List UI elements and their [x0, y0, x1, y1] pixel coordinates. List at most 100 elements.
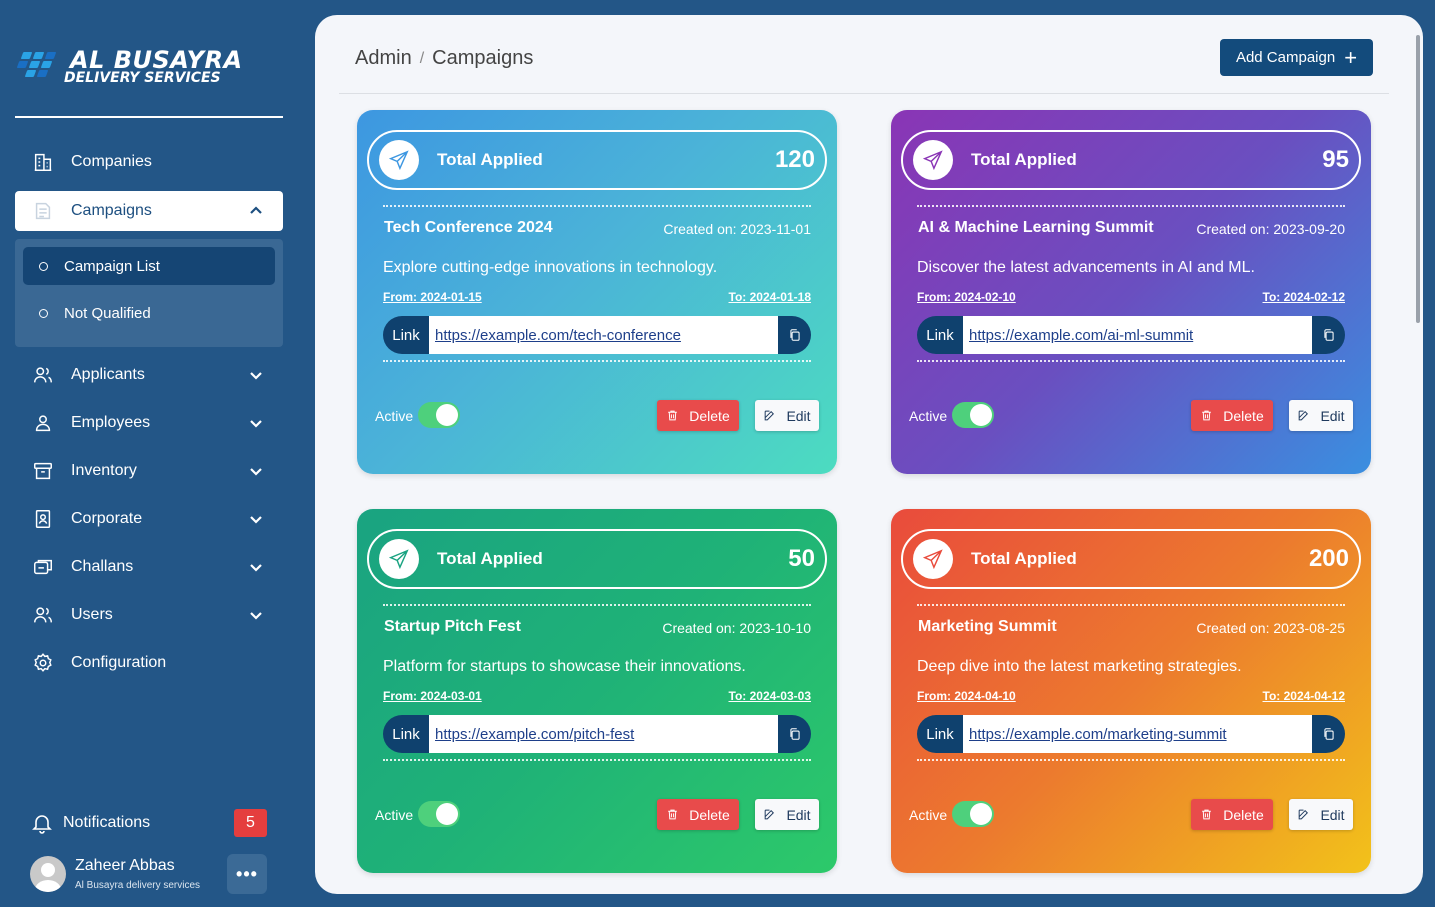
campaign-link-url[interactable]: https://example.com/tech-conference: [429, 316, 778, 354]
campaign-link-url[interactable]: https://example.com/marketing-summit: [963, 715, 1312, 753]
scrollbar[interactable]: [1416, 35, 1420, 323]
notifications-label: Notifications: [63, 814, 151, 831]
campaign-link-field: Link https://example.com/marketing-summi…: [917, 715, 1345, 753]
active-toggle[interactable]: [418, 402, 460, 428]
active-toggle[interactable]: [418, 801, 460, 827]
main-content: Admin / Campaigns Add Campaign + Total A…: [315, 15, 1423, 894]
dotted-divider: [383, 604, 811, 606]
link-label: Link: [926, 725, 954, 743]
id-badge-icon: [31, 507, 55, 531]
trash-icon: [1202, 410, 1212, 421]
total-applied-count: 200: [1308, 545, 1349, 572]
submenu-item-campaign-list[interactable]: Campaign List: [23, 247, 275, 285]
total-applied-pill: Total Applied 95: [901, 130, 1361, 190]
notifications-count-badge: 5: [234, 809, 267, 837]
edit-icon: [1299, 410, 1309, 421]
breadcrumb-admin[interactable]: Admin: [355, 47, 412, 70]
bullet-icon: [39, 308, 48, 318]
chevron-up-icon[interactable]: [249, 204, 263, 218]
edit-label: Edit: [786, 407, 811, 424]
chevron-down-icon[interactable]: [249, 608, 263, 622]
delete-button[interactable]: Delete: [1191, 799, 1273, 830]
sidebar-item-employees[interactable]: Employees: [15, 403, 283, 443]
user-name: Zaheer Abbas: [75, 857, 175, 874]
notifications-item[interactable]: Notifications 5: [30, 808, 270, 838]
sidebar-item-campaigns[interactable]: Campaigns: [15, 191, 283, 231]
copy-link-button[interactable]: [778, 316, 811, 354]
active-toggle[interactable]: [952, 801, 994, 827]
campaign-from-date: From: 2024-01-15: [383, 290, 482, 304]
toggle-knob: [970, 404, 992, 426]
more-options-button[interactable]: •••: [227, 854, 267, 894]
copy-icon: [789, 329, 800, 341]
campaign-created-date: Created on: 2023-11-01: [663, 221, 811, 237]
trash-icon: [668, 410, 678, 421]
edit-icon: [765, 809, 775, 820]
delete-label: Delete: [1223, 806, 1264, 823]
edit-button[interactable]: Edit: [1289, 400, 1353, 431]
users-icon: [31, 603, 55, 627]
sidebar-item-challans[interactable]: Challans: [15, 547, 283, 587]
sidebar-item-configuration[interactable]: Configuration: [15, 643, 283, 683]
total-applied-pill: Total Applied 50: [367, 529, 827, 589]
campaign-card: Total Applied 95 AI & Machine Learning S…: [891, 110, 1371, 474]
delete-button[interactable]: Delete: [1191, 400, 1273, 431]
chevron-down-icon[interactable]: [249, 512, 263, 526]
campaigns-submenu: Campaign List Not Qualified: [15, 239, 283, 347]
submenu-item-not-qualified[interactable]: Not Qualified: [23, 294, 275, 332]
campaign-link-url[interactable]: https://example.com/ai-ml-summit: [963, 316, 1312, 354]
avatar[interactable]: [30, 856, 66, 892]
sidebar-item-companies[interactable]: Companies: [15, 142, 283, 182]
delete-label: Delete: [1223, 407, 1264, 424]
logo-mark-icon: [16, 48, 66, 84]
brand-logo[interactable]: AL BUSAYRA DELIVERY SERVICES: [16, 44, 246, 94]
sidebar-item-inventory[interactable]: Inventory: [15, 451, 283, 491]
campaign-description: Discover the latest advancements in AI a…: [917, 259, 1255, 276]
link-label: Link: [392, 326, 420, 344]
campaign-name: Marketing Summit: [918, 618, 1057, 635]
active-label: Active: [909, 807, 948, 823]
sidebar-item-label: Inventory: [71, 462, 137, 479]
delete-button[interactable]: Delete: [657, 400, 739, 431]
edit-button[interactable]: Edit: [1289, 799, 1353, 830]
archive-icon: [31, 459, 55, 483]
sidebar-item-applicants[interactable]: Applicants: [15, 355, 283, 395]
campaign-link-field: Link https://example.com/tech-conference: [383, 316, 811, 354]
edit-label: Edit: [786, 806, 811, 823]
breadcrumb-separator: /: [419, 49, 425, 67]
campaign-from-date: From: 2024-04-10: [917, 689, 1016, 703]
add-campaign-label: Add Campaign: [1235, 49, 1336, 66]
total-applied-count: 95: [1322, 146, 1349, 173]
campaign-link-url[interactable]: https://example.com/pitch-fest: [429, 715, 778, 753]
submenu-item-label: Not Qualified: [64, 304, 151, 322]
chevron-down-icon[interactable]: [249, 368, 263, 382]
active-label: Active: [375, 807, 414, 823]
chevron-down-icon[interactable]: [249, 464, 263, 478]
campaign-created-date: Created on: 2023-09-20: [1196, 221, 1345, 237]
edit-button[interactable]: Edit: [755, 799, 819, 830]
delete-button[interactable]: Delete: [657, 799, 739, 830]
copy-link-button[interactable]: [778, 715, 811, 753]
chevron-down-icon[interactable]: [249, 416, 263, 430]
toggle-knob: [436, 404, 458, 426]
total-applied-count: 120: [774, 146, 815, 173]
chevron-down-icon[interactable]: [249, 560, 263, 574]
campaign-to-date: To: 2024-02-12: [1262, 290, 1345, 304]
sidebar-item-corporate[interactable]: Corporate: [15, 499, 283, 539]
dotted-divider: [917, 360, 1345, 362]
campaign-card: Total Applied 50 Startup Pitch Fest Crea…: [357, 509, 837, 873]
add-campaign-button[interactable]: Add Campaign +: [1220, 39, 1373, 76]
link-label: Link: [392, 725, 420, 743]
campaign-icon: [31, 199, 55, 223]
copy-link-button[interactable]: [1312, 715, 1345, 753]
copy-icon: [1323, 728, 1334, 740]
copy-link-button[interactable]: [1312, 316, 1345, 354]
campaign-name: AI & Machine Learning Summit: [918, 219, 1154, 236]
sidebar-item-users[interactable]: Users: [15, 595, 283, 635]
sidebar-item-label: Users: [71, 606, 113, 623]
delete-label: Delete: [689, 407, 730, 424]
active-toggle[interactable]: [952, 402, 994, 428]
campaign-name: Tech Conference 2024: [384, 219, 553, 236]
edit-button[interactable]: Edit: [755, 400, 819, 431]
copy-icon: [1323, 329, 1334, 341]
